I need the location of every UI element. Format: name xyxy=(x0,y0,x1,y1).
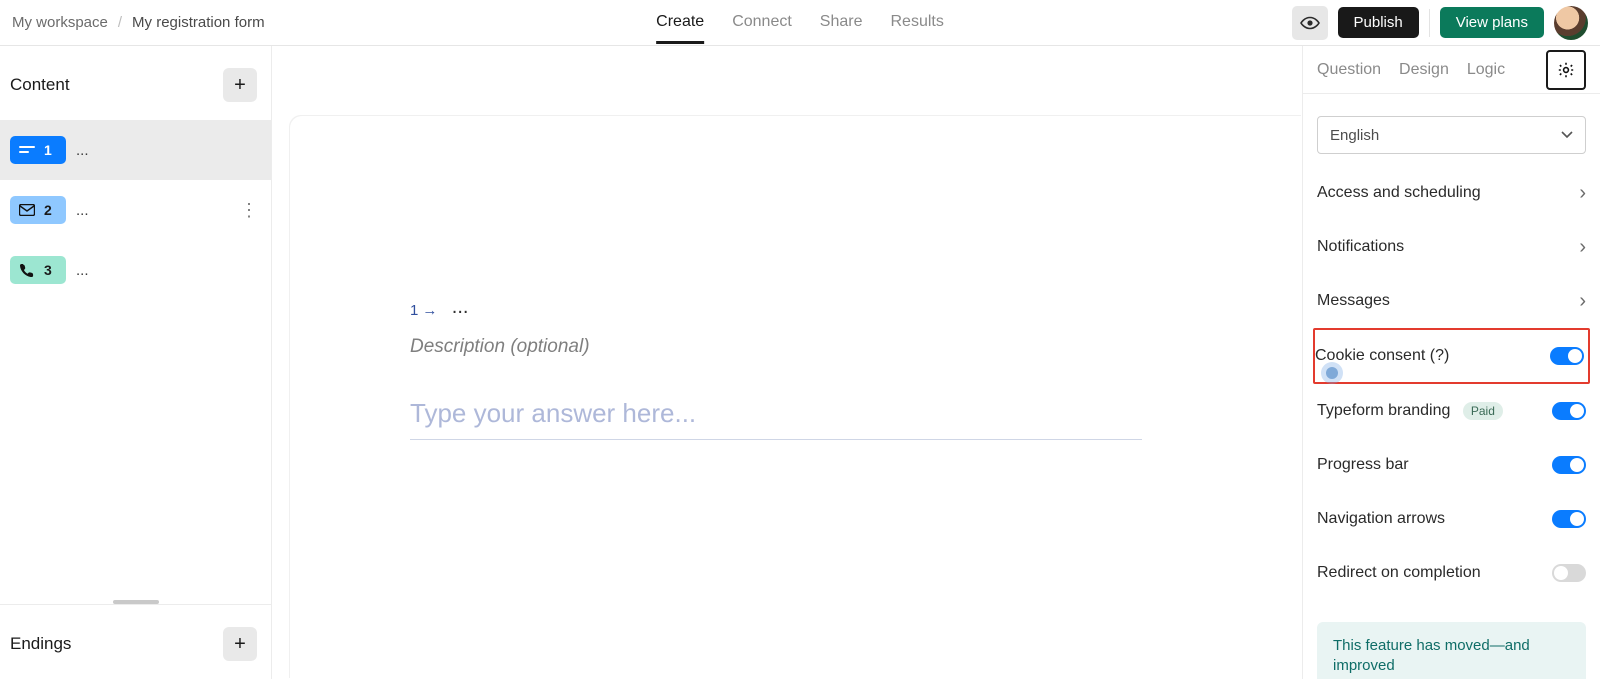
toggle-cookie-consent[interactable] xyxy=(1550,347,1584,365)
row-label-text: Typeform branding xyxy=(1317,402,1450,419)
question-number: 3 xyxy=(44,262,52,278)
preview-button[interactable] xyxy=(1292,6,1328,40)
language-select[interactable]: English xyxy=(1317,116,1586,154)
publish-button[interactable]: Publish xyxy=(1338,7,1419,38)
sidebar-left: Content + 1 ... 2 xyxy=(0,46,272,679)
row-label: Navigation arrows xyxy=(1317,510,1445,528)
question-item-1[interactable]: 1 ... xyxy=(0,120,271,180)
add-content-button[interactable]: + xyxy=(223,68,257,102)
gear-icon xyxy=(1557,61,1575,79)
eye-icon xyxy=(1300,16,1320,30)
breadcrumb-current[interactable]: My registration form xyxy=(132,14,265,31)
question-item-2[interactable]: 2 ... ⋮ xyxy=(0,180,271,240)
row-progress-bar: Progress bar xyxy=(1317,438,1586,492)
row-navigation-arrows: Navigation arrows xyxy=(1317,492,1586,546)
content-title: Content xyxy=(10,75,70,95)
chevron-down-icon xyxy=(1561,131,1573,139)
add-ending-button[interactable]: + xyxy=(223,627,257,661)
tab-question[interactable]: Question xyxy=(1317,61,1381,79)
email-icon xyxy=(18,203,36,217)
breadcrumb-root[interactable]: My workspace xyxy=(12,14,108,31)
question-description-input[interactable]: Description (optional) xyxy=(410,336,1142,358)
divider xyxy=(1429,9,1430,37)
question-number: 2 xyxy=(44,202,52,218)
canvas: 1 → ... Description (optional) xyxy=(272,46,1302,679)
toggle-progress-bar[interactable] xyxy=(1552,456,1586,474)
tab-results[interactable]: Results xyxy=(890,1,943,44)
toggle-navigation-arrows[interactable] xyxy=(1552,510,1586,528)
settings-button[interactable] xyxy=(1546,50,1586,90)
question-number-value: 1 xyxy=(410,302,418,319)
question-editor: 1 → ... Description (optional) xyxy=(410,296,1142,440)
question-number: 1 xyxy=(44,142,52,158)
row-messages[interactable]: Messages xyxy=(1317,274,1586,328)
annotation-dot xyxy=(1321,362,1343,384)
topbar: My workspace / My registration form Crea… xyxy=(0,0,1600,46)
row-cookie-consent: Cookie consent (?) xyxy=(1315,334,1584,378)
row-label: Progress bar xyxy=(1317,456,1409,474)
content-section-header: Content + xyxy=(0,46,271,120)
question-badge-phone: 3 xyxy=(10,256,66,284)
question-title: ... xyxy=(76,142,89,159)
arrow-right-icon: → xyxy=(422,302,437,319)
tab-design[interactable]: Design xyxy=(1399,61,1449,79)
sidebar-right: Question Design Logic English Access and… xyxy=(1302,46,1600,679)
answer-input[interactable] xyxy=(410,392,1142,440)
row-access-scheduling[interactable]: Access and scheduling xyxy=(1317,166,1586,220)
top-right: Publish View plans xyxy=(1292,6,1588,40)
language-value: English xyxy=(1330,127,1379,144)
tab-create[interactable]: Create xyxy=(656,1,704,44)
row-redirect-completion: Redirect on completion xyxy=(1317,546,1586,600)
question-item-menu[interactable]: ⋮ xyxy=(240,200,259,221)
breadcrumb: My workspace / My registration form xyxy=(12,14,265,31)
row-label: Typeform branding Paid xyxy=(1317,402,1503,420)
endings-section: Endings + xyxy=(0,604,271,679)
highlight-cookie-consent: Cookie consent (?) xyxy=(1313,328,1590,384)
view-plans-button[interactable]: View plans xyxy=(1440,7,1544,38)
question-badge-text: 1 xyxy=(10,136,66,164)
plus-icon: + xyxy=(234,633,246,656)
settings-body: English Access and scheduling Notificati… xyxy=(1303,94,1600,679)
toggle-branding[interactable] xyxy=(1552,402,1586,420)
right-tabs: Question Design Logic xyxy=(1303,46,1600,94)
question-title-input[interactable]: ... xyxy=(452,296,469,319)
endings-section-header: Endings + xyxy=(0,605,271,679)
row-label: Notifications xyxy=(1317,238,1404,256)
plus-icon: + xyxy=(234,74,246,97)
question-title: ... xyxy=(76,262,89,279)
canvas-card: 1 → ... Description (optional) xyxy=(290,116,1302,679)
short-text-icon xyxy=(18,143,36,157)
tab-logic[interactable]: Logic xyxy=(1467,61,1505,79)
avatar[interactable] xyxy=(1554,6,1588,40)
endings-title: Endings xyxy=(10,634,71,654)
paid-badge: Paid xyxy=(1463,402,1503,420)
question-list: 1 ... 2 ... ⋮ 3 xyxy=(0,120,271,596)
question-number-indicator: 1 → xyxy=(410,302,437,319)
question-title: ... xyxy=(76,202,89,219)
tab-share[interactable]: Share xyxy=(820,1,863,44)
row-typeform-branding: Typeform branding Paid xyxy=(1317,384,1586,438)
tab-connect[interactable]: Connect xyxy=(732,1,792,44)
toggle-redirect[interactable] xyxy=(1552,564,1586,582)
phone-icon xyxy=(18,263,36,277)
question-item-3[interactable]: 3 ... xyxy=(0,240,271,300)
row-label: Messages xyxy=(1317,292,1390,310)
row-label: Redirect on completion xyxy=(1317,564,1481,582)
row-notifications[interactable]: Notifications xyxy=(1317,220,1586,274)
row-label: Access and scheduling xyxy=(1317,184,1481,202)
feature-moved-tip: This feature has moved—and improved xyxy=(1317,622,1586,679)
breadcrumb-separator: / xyxy=(118,14,122,31)
top-nav: Create Connect Share Results xyxy=(656,1,944,44)
question-badge-email: 2 xyxy=(10,196,66,224)
